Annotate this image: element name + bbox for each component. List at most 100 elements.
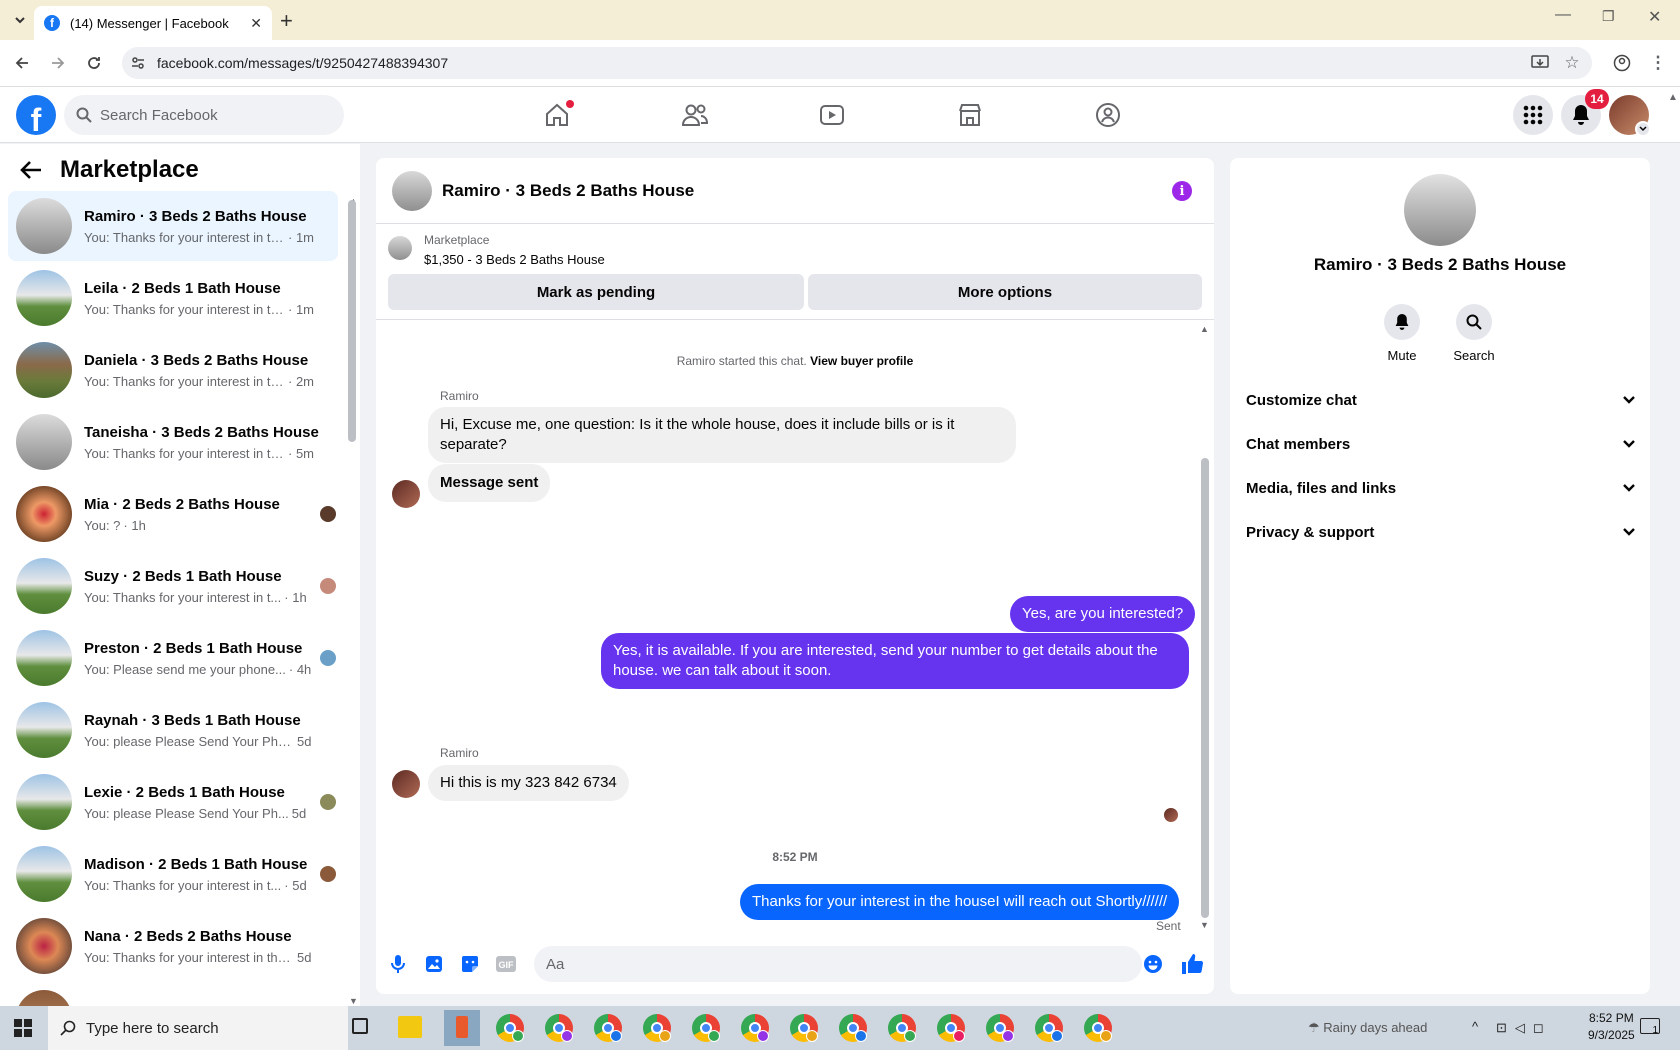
outgoing-message[interactable]: Yes, are you interested?	[1010, 596, 1196, 632]
chat-scroll-up-icon[interactable]: ▲	[1200, 324, 1209, 334]
conversation-item[interactable]: Raynah · 3 Beds 1 Bath House You: please …	[8, 695, 338, 765]
marketplace-nav-icon[interactable]	[950, 96, 990, 134]
tray-chevron-icon[interactable]: ^	[1472, 1019, 1478, 1034]
chrome-profile-app-icon[interactable]	[839, 1014, 867, 1042]
chat-scroll-down-icon[interactable]: ▼	[1200, 920, 1209, 930]
notification-center-icon[interactable]: 1	[1640, 1018, 1660, 1036]
search-in-conversation-button[interactable]: Search	[1444, 304, 1504, 363]
install-app-icon[interactable]	[1528, 51, 1552, 75]
browser-tab[interactable]: f (14) Messenger | Facebook ✕	[34, 6, 272, 40]
microphone-icon[interactable]	[385, 951, 411, 977]
tab-close-icon[interactable]: ✕	[250, 15, 262, 32]
tab-list-chevron-icon[interactable]	[8, 8, 32, 32]
profile-badge	[1002, 1030, 1014, 1042]
chat-scrollbar[interactable]	[1201, 458, 1209, 918]
sticky-notes-app-icon[interactable]	[398, 1016, 422, 1038]
message-input[interactable]: Aa	[534, 946, 1142, 982]
conversation-preview: You: Thanks for your interest in the... ·…	[84, 302, 314, 317]
reload-icon[interactable]	[82, 51, 106, 75]
bell-icon	[1395, 314, 1409, 330]
conversation-item[interactable]: Ramiro · 3 Beds 2 Baths House You: Thanks…	[8, 191, 338, 261]
chrome-profile-app-icon[interactable]	[545, 1014, 573, 1042]
chat-title[interactable]: Ramiro · 3 Beds 2 Baths House	[442, 181, 694, 201]
incoming-message[interactable]: Hi, Excuse me, one question: Is it the w…	[428, 407, 1016, 463]
site-info-icon[interactable]	[130, 55, 146, 71]
photo-icon[interactable]	[421, 951, 447, 977]
chrome-profile-app-icon[interactable]	[1035, 1014, 1063, 1042]
back-icon[interactable]	[10, 51, 34, 75]
back-arrow-icon[interactable]	[20, 160, 42, 180]
contact-avatar[interactable]	[1404, 174, 1476, 246]
friends-nav-icon[interactable]	[675, 96, 715, 134]
menu-grid-button[interactable]	[1513, 95, 1553, 135]
sender-avatar[interactable]	[392, 480, 420, 508]
bookmark-star-icon[interactable]: ☆	[1560, 51, 1584, 75]
chrome-profile-app-icon[interactable]	[741, 1014, 769, 1042]
window-close-icon[interactable]: ✕	[1648, 7, 1661, 27]
chrome-profile-app-icon[interactable]	[643, 1014, 671, 1042]
conversation-item[interactable]: Mia · 2 Beds 2 Baths House You: ? · 1h	[8, 479, 338, 549]
mute-button[interactable]: Mute	[1372, 304, 1432, 363]
taskbar-clock[interactable]: 8:52 PM 9/3/2025	[1588, 1010, 1635, 1044]
gif-icon[interactable]: GIF	[493, 951, 519, 977]
conversation-item[interactable]: Madison · 2 Beds 1 Bath House You: Thanks…	[8, 839, 338, 909]
conversation-item[interactable]: Daniela · 3 Beds 2 Baths House You: Thank…	[8, 335, 338, 405]
conversation-item[interactable]: Nana · 2 Beds 2 Baths House You: Thanks f…	[8, 911, 338, 981]
groups-nav-icon[interactable]	[1088, 96, 1128, 134]
details-section-media-files-and-links[interactable]: Media, files and links	[1246, 468, 1636, 508]
weather-widget[interactable]: ☂ Rainy days ahead	[1308, 1020, 1427, 1036]
mark-as-pending-button[interactable]: Mark as pending	[388, 274, 804, 310]
conversation-item[interactable]: Suzy · 2 Beds 1 Bath House You: Thanks fo…	[8, 551, 338, 621]
facebook-search-input[interactable]: Search Facebook	[64, 95, 344, 135]
chrome-profile-app-icon[interactable]	[937, 1014, 965, 1042]
new-tab-icon[interactable]: +	[280, 8, 293, 34]
chrome-profile-app-icon[interactable]	[496, 1014, 524, 1042]
sidebar-scroll-down-icon[interactable]: ▼	[349, 996, 358, 1006]
taskbar-search-box[interactable]: Type here to search	[48, 1006, 348, 1050]
like-thumb-icon[interactable]	[1179, 951, 1205, 977]
restore-icon[interactable]: ❐	[1602, 8, 1615, 25]
home-nav-icon[interactable]	[537, 96, 577, 134]
taskbar-active-app-icon[interactable]	[444, 1010, 480, 1046]
sidebar-scrollbar[interactable]	[348, 200, 356, 442]
browser-menu-icon[interactable]: ⋮	[1646, 51, 1670, 75]
facebook-logo-icon[interactable]: f	[16, 95, 56, 135]
windows-start-icon[interactable]	[14, 1019, 32, 1037]
chrome-profile-app-icon[interactable]	[888, 1014, 916, 1042]
chrome-profile-app-icon[interactable]	[986, 1014, 1014, 1042]
chat-header-avatar[interactable]	[392, 170, 432, 211]
chrome-profile-app-icon[interactable]	[594, 1014, 622, 1042]
sticker-icon[interactable]	[457, 951, 483, 977]
incoming-message[interactable]: Message sent	[428, 464, 551, 502]
more-options-button[interactable]: More options	[808, 274, 1202, 310]
page-scroll-up-icon[interactable]: ▲	[1668, 92, 1678, 103]
profile-icon[interactable]	[1610, 51, 1634, 75]
minimize-icon[interactable]: —	[1555, 6, 1571, 24]
url-field[interactable]: facebook.com/messages/t/9250427488394307	[122, 47, 1592, 79]
emoji-icon[interactable]	[1140, 951, 1166, 977]
conversation-item[interactable]: Taneisha · 3 Beds 2 Baths House You: Than…	[8, 407, 338, 477]
conversation-info-icon[interactable]: i	[1172, 181, 1192, 201]
details-section-chat-members[interactable]: Chat members	[1246, 424, 1636, 464]
chrome-profile-app-icon[interactable]	[1084, 1014, 1112, 1042]
outgoing-message[interactable]: Yes, it is available. If you are interes…	[601, 633, 1189, 689]
conversation-item[interactable]: Preston · 2 Beds 1 Bath House You: Please…	[8, 623, 338, 693]
conversation-item[interactable]: Leila · 2 Beds 1 Bath House You: Thanks f…	[8, 263, 338, 333]
chrome-profile-app-icon[interactable]	[790, 1014, 818, 1042]
chrome-profile-app-icon[interactable]	[692, 1014, 720, 1042]
listing-price[interactable]: $1,350 - 3 Beds 2 Baths House	[424, 252, 605, 267]
details-section-privacy-support[interactable]: Privacy & support	[1246, 512, 1636, 552]
sender-avatar[interactable]	[392, 770, 420, 798]
details-section-customize-chat[interactable]: Customize chat	[1246, 380, 1636, 420]
account-chevron-icon[interactable]	[1635, 121, 1651, 137]
system-tray-icons[interactable]: ⊡◁◻	[1496, 1020, 1552, 1036]
task-view-icon[interactable]	[352, 1018, 368, 1034]
outgoing-message[interactable]: Thanks for your interest in the houseI w…	[740, 884, 1180, 920]
listing-thumbnail[interactable]	[388, 236, 412, 260]
forward-icon[interactable]	[46, 51, 70, 75]
conversation-item[interactable]: Lexie · 2 Beds 1 Bath House You: please P…	[8, 767, 338, 837]
video-nav-icon[interactable]	[812, 96, 852, 134]
view-buyer-profile-link[interactable]: View buyer profile	[810, 354, 913, 368]
incoming-message[interactable]: Hi this is my 323 842 6734	[428, 765, 629, 801]
conversation-time: · 5d	[284, 877, 307, 893]
